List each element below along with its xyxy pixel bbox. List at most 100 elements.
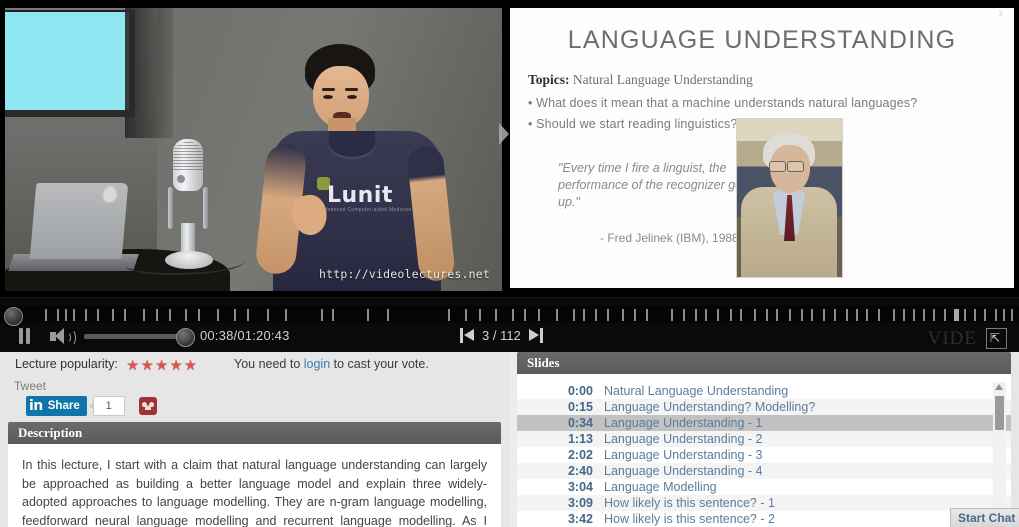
timeline-marker[interactable] — [217, 309, 220, 321]
timeline-marker[interactable] — [717, 309, 720, 321]
slide-list-item[interactable]: 2:02 Language Understanding - 3 — [517, 447, 1011, 463]
timeline-marker[interactable] — [994, 309, 997, 321]
slide-list-item[interactable]: 1:13 Language Understanding - 2 — [517, 431, 1011, 447]
slide-list-item[interactable]: 3:09 How likely is this sentence? - 1 — [517, 495, 1011, 511]
timeline-marker[interactable] — [197, 309, 200, 321]
timeline-marker[interactable] — [320, 309, 323, 321]
linkedin-share-count[interactable]: 1 — [88, 396, 125, 416]
start-chat-button[interactable]: Start Chat — [950, 508, 1019, 527]
prev-slide-arrow-icon[interactable] — [499, 123, 509, 145]
timeline-marker[interactable] — [633, 309, 636, 321]
timeline-marker[interactable] — [169, 309, 172, 321]
pause-button[interactable] — [18, 328, 32, 344]
login-link[interactable]: login — [304, 357, 330, 371]
slide-list-item[interactable]: 3:42 How likely is this sentence? - 2 — [517, 511, 1011, 527]
volume-icon[interactable] — [50, 328, 76, 346]
timeline-marker[interactable] — [855, 309, 858, 321]
fullscreen-button[interactable]: ⇱ — [986, 328, 1007, 349]
timeline-marker[interactable] — [73, 309, 76, 321]
timeline-marker[interactable] — [1010, 309, 1013, 321]
timeline-marker[interactable] — [878, 309, 881, 321]
volume-slider-knob[interactable] — [176, 328, 195, 347]
timeline-marker[interactable] — [124, 309, 127, 321]
timeline-marker[interactable] — [84, 309, 87, 321]
timeline-marker[interactable] — [185, 309, 188, 321]
timeline-marker[interactable] — [607, 309, 610, 321]
timeline-marker[interactable] — [523, 309, 526, 321]
slide-canvas[interactable]: 3 LANGUAGE UNDERSTANDING Topics: Natural… — [510, 8, 1014, 288]
timeline-marker[interactable] — [332, 309, 335, 321]
timeline-marker[interactable] — [682, 309, 685, 321]
timeline-marker[interactable] — [57, 309, 60, 321]
timeline-marker[interactable] — [833, 309, 836, 321]
timeline-marker[interactable] — [142, 309, 145, 321]
next-slide-button[interactable] — [528, 326, 543, 345]
timeline-marker[interactable] — [739, 309, 742, 321]
timeline-marker[interactable] — [595, 309, 598, 321]
timeline-marker[interactable] — [582, 309, 585, 321]
timeline-marker[interactable] — [766, 309, 769, 321]
timeline-marker[interactable] — [902, 309, 905, 321]
timeline-marker[interactable] — [694, 309, 697, 321]
timeline-marker[interactable] — [705, 309, 708, 321]
timeline-marker[interactable] — [366, 309, 369, 321]
timeline-marker[interactable] — [478, 309, 481, 321]
timeline-marker[interactable] — [1002, 309, 1005, 321]
timeline-marker[interactable] — [448, 309, 451, 321]
slides-list[interactable]: 0:00 Natural Language Understanding 0:15 La… — [517, 374, 1011, 527]
timeline-marker[interactable] — [974, 309, 977, 321]
timeline-marker[interactable] — [811, 309, 814, 321]
timeline-marker[interactable] — [511, 309, 514, 321]
slides-scrollbar[interactable] — [993, 382, 1006, 519]
timeline-marker[interactable] — [788, 309, 791, 321]
linkedin-share-button[interactable]: in Share — [26, 396, 87, 416]
timeline-marker[interactable] — [572, 309, 575, 321]
slide-pane[interactable]: 3 LANGUAGE UNDERSTANDING Topics: Natural… — [499, 0, 1019, 297]
scroll-up-arrow-icon[interactable] — [995, 384, 1003, 390]
timeline-marker[interactable] — [387, 309, 390, 321]
video-pane[interactable]: Lunit Advanced Computer-aided Medicine h… — [0, 0, 505, 297]
timeline-marker[interactable] — [943, 309, 946, 321]
slide-list-item[interactable]: 0:34 Language Understanding - 1 — [517, 415, 1011, 431]
timeline-marker[interactable] — [913, 309, 916, 321]
rating-stars[interactable]: ★★★★★ — [126, 356, 198, 374]
timeline-marker[interactable] — [96, 309, 99, 321]
timeline-seek-bar[interactable] — [0, 306, 1019, 326]
slide-list-item[interactable]: 3:04 Language Modelling — [517, 479, 1011, 495]
timeline-marker[interactable] — [776, 309, 779, 321]
timeline-marker[interactable] — [285, 309, 288, 321]
timeline-marker[interactable] — [65, 309, 68, 321]
timeline-marker[interactable] — [155, 309, 158, 321]
timeline-marker[interactable] — [621, 309, 624, 321]
timeline-marker[interactable] — [495, 309, 498, 321]
timeline-marker[interactable] — [845, 309, 848, 321]
timeline-marker[interactable] — [246, 309, 249, 321]
timeline-marker[interactable] — [646, 309, 649, 321]
timeline-marker[interactable] — [963, 309, 966, 321]
timeline-marker[interactable] — [953, 309, 959, 321]
slide-list-item[interactable]: 2:40 Language Understanding - 4 — [517, 463, 1011, 479]
timeline-marker[interactable] — [866, 309, 869, 321]
timeline-marker[interactable] — [800, 309, 803, 321]
timeline-marker[interactable] — [984, 309, 987, 321]
slide-list-item[interactable]: 0:00 Natural Language Understanding — [517, 383, 1011, 399]
timeline-marker[interactable] — [729, 309, 732, 321]
mendeley-icon[interactable] — [138, 397, 157, 415]
timeline-marker[interactable] — [112, 309, 115, 321]
timeline-marker[interactable] — [44, 309, 47, 321]
timeline-marker[interactable] — [464, 309, 467, 321]
timeline-marker[interactable] — [923, 309, 926, 321]
scrollbar-thumb[interactable] — [995, 396, 1004, 430]
slide-list-item[interactable]: 0:15 Language Understanding? Modelling? — [517, 399, 1011, 415]
timeline-marker[interactable] — [823, 309, 826, 321]
timeline-marker[interactable] — [670, 309, 673, 321]
timeline-marker[interactable] — [234, 309, 237, 321]
timeline-marker[interactable] — [538, 309, 541, 321]
timeline-marker[interactable] — [933, 309, 936, 321]
timeline-marker[interactable] — [266, 309, 269, 321]
timeline-marker[interactable] — [556, 309, 559, 321]
tweet-button[interactable]: Tweet — [14, 379, 46, 393]
prev-slide-button[interactable] — [460, 326, 475, 345]
timeline-marker[interactable] — [892, 309, 895, 321]
timeline-marker[interactable] — [754, 309, 757, 321]
